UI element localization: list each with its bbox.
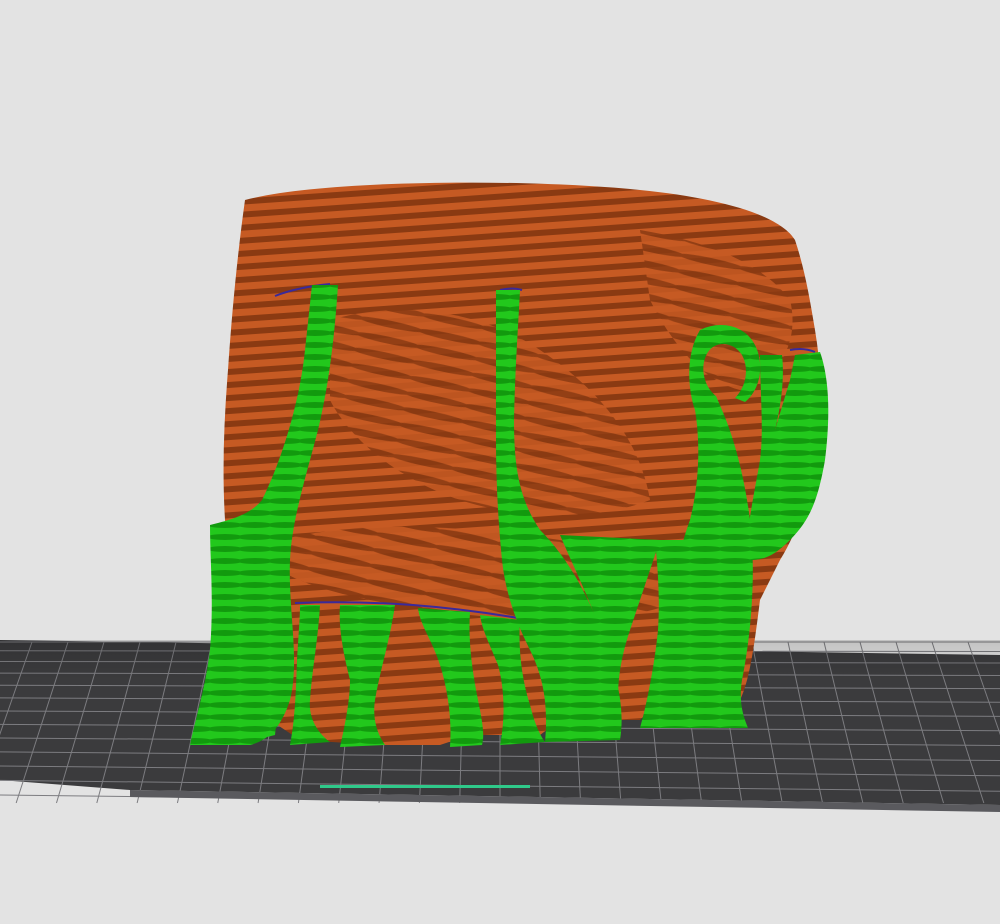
3d-preview-viewport[interactable]	[0, 0, 1000, 924]
build-plate-accent-strip	[320, 785, 530, 788]
preview-scene	[0, 182, 1000, 812]
